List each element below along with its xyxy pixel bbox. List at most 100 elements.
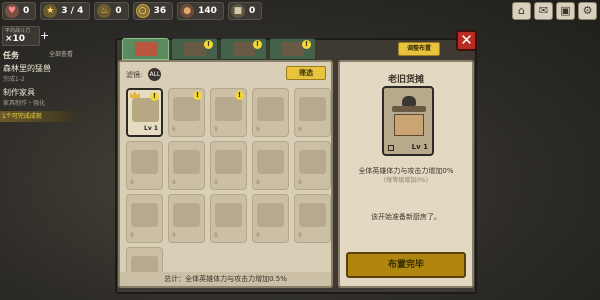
furniture-icon xyxy=(257,203,284,227)
furniture-icon xyxy=(173,97,200,121)
tab-stall[interactable] xyxy=(122,38,169,60)
coin-a-resource[interactable]: ♨ 0 xyxy=(94,2,129,20)
furniture-icon xyxy=(215,203,242,227)
stall-icon xyxy=(392,96,426,136)
close-button[interactable]: ✕ xyxy=(456,30,477,51)
furniture-icon xyxy=(232,42,255,56)
plant-icon xyxy=(281,42,304,56)
filter-all-icon[interactable]: ALL xyxy=(148,68,162,81)
settings-button[interactable]: ⚙ xyxy=(578,2,597,20)
task-subtitle: 完成1-2 xyxy=(3,76,25,83)
camera-icon: ▣ xyxy=(560,4,571,17)
stall-icon xyxy=(132,98,159,122)
card-cost: 8 xyxy=(298,179,302,186)
furniture-icon xyxy=(131,150,158,174)
filter-button[interactable]: 筛选 xyxy=(286,66,326,80)
alert-badge: ! xyxy=(150,92,159,101)
hearts-count: 0 xyxy=(23,6,30,16)
meat-icon: ● xyxy=(180,4,195,18)
close-icon: ✕ xyxy=(460,31,473,49)
tasks-view-all-link[interactable]: 全部查看 xyxy=(49,50,73,61)
furniture-card[interactable]: 8 xyxy=(168,141,205,190)
tasks-title: 任务 xyxy=(3,51,19,60)
home-button[interactable]: ⌂ xyxy=(512,2,531,20)
furniture-icon xyxy=(215,150,242,174)
furniture-icon xyxy=(131,203,158,227)
furniture-card[interactable]: 8 xyxy=(252,88,289,137)
tab-category-2[interactable]: ! xyxy=(171,38,218,60)
furniture-card[interactable]: 8 xyxy=(168,194,205,243)
furniture-card[interactable]: 8 xyxy=(252,194,289,243)
coins-resource[interactable]: ○ 36 xyxy=(132,2,174,20)
camera-button[interactable]: ▣ xyxy=(556,2,575,20)
furniture-card[interactable]: 8 xyxy=(126,194,163,243)
hearts-resource[interactable]: ♥ 0 xyxy=(2,2,37,20)
stall-icon xyxy=(134,42,157,56)
furniture-card[interactable]: 8 xyxy=(210,141,247,190)
task-item[interactable]: 森林里的猛兽 完成1-2 xyxy=(0,61,76,85)
mail-button[interactable]: ✉ xyxy=(534,2,553,20)
finish-layout-button[interactable]: 布置完毕 xyxy=(346,252,466,278)
furniture-icon xyxy=(173,150,200,174)
alert-badge: ! xyxy=(235,91,244,100)
furniture-icon xyxy=(173,203,200,227)
task-item[interactable]: 制作家具 家具制作・强化 xyxy=(0,85,76,109)
furniture-card[interactable]: ! Lv 1 xyxy=(126,88,163,137)
card-cost: 8 xyxy=(214,126,218,133)
add-button[interactable]: + xyxy=(40,30,50,42)
tab-category-3[interactable]: ! xyxy=(220,38,267,60)
card-cost: 8 xyxy=(172,179,176,186)
filter-label: 滤镜: xyxy=(126,70,143,79)
achievement-highlight[interactable]: 1个可完成成就 xyxy=(0,111,76,122)
furniture-card[interactable]: 8 xyxy=(294,194,331,243)
furniture-icon xyxy=(215,97,242,121)
card-cost: 8 xyxy=(130,232,134,239)
card-cost: 8 xyxy=(172,126,176,133)
meat-resource[interactable]: ● 140 xyxy=(177,2,224,20)
tasks-header: 任务 全部查看 xyxy=(0,50,76,61)
top-buttons: ⌂ ✉ ▣ ⚙ xyxy=(512,2,597,20)
card-cost: 8 xyxy=(172,232,176,239)
trophy-cup-icon: ♨ xyxy=(97,4,112,18)
resource-bar: ♥ 0 ★ 3 / 4 ♨ 0 ○ 36 ● 140 ■ 0 xyxy=(0,0,600,22)
furniture-list: 滤镜: ALL 筛选 ! Lv 1 ! 8 ! 8 8 8 8 8 8 8 8 8 8… xyxy=(118,60,333,288)
adjust-layout-button[interactable]: 调整布置 xyxy=(398,42,440,56)
trophy-count: 3 / 4 xyxy=(61,6,84,16)
alert-badge: ! xyxy=(302,40,311,49)
detail-title: 老旧货摊 xyxy=(387,75,424,85)
mail-icon: ✉ xyxy=(538,4,549,17)
furniture-grid: !Lv 1 !8 !8 8 8 8 8 8 8 8 8 8 8 8 8 8 xyxy=(126,88,331,286)
wood-count: 0 xyxy=(248,6,256,16)
flag-icon xyxy=(388,145,394,151)
furniture-card[interactable]: 8 xyxy=(126,141,163,190)
attack-box: 平均战斗力 ×10 xyxy=(2,26,40,46)
furniture-icon xyxy=(183,42,206,56)
alert-badge: ! xyxy=(253,40,262,49)
card-cost: 8 xyxy=(298,232,302,239)
detail-subdescription: (每等级增加0%) xyxy=(383,177,429,184)
task-subtitle: 家具制作・强化 xyxy=(3,100,46,107)
alert-badge: ! xyxy=(204,40,213,49)
tab-category-4[interactable]: ! xyxy=(269,38,316,60)
meat-count: 140 xyxy=(198,6,217,16)
furniture-icon xyxy=(257,150,284,174)
trophy-icon: ★ xyxy=(43,4,58,18)
furniture-card[interactable]: 8 xyxy=(294,88,331,137)
left-panel: 平均战斗力 ×10 + 任务 全部查看 森林里的猛兽 完成1-2 制作家具 家具… xyxy=(0,26,76,122)
furniture-card[interactable]: 8 xyxy=(252,141,289,190)
trophy-resource[interactable]: ★ 3 / 4 xyxy=(40,2,91,20)
wood-resource[interactable]: ■ 0 xyxy=(227,2,263,20)
card-cost: 8 xyxy=(256,179,260,186)
coin-icon: ○ xyxy=(135,4,150,18)
card-cost: 8 xyxy=(130,179,134,186)
card-cost: 8 xyxy=(214,232,218,239)
category-tabs: ! ! ! xyxy=(122,38,316,60)
alert-badge: ! xyxy=(193,91,202,100)
furniture-card[interactable]: 8 xyxy=(210,194,247,243)
furniture-card[interactable]: 8 xyxy=(294,141,331,190)
plant-icon xyxy=(299,97,326,121)
furniture-card[interactable]: ! 8 xyxy=(210,88,247,137)
furniture-icon xyxy=(257,97,284,121)
gear-icon: ⚙ xyxy=(582,4,593,17)
furniture-card[interactable]: ! 8 xyxy=(168,88,205,137)
